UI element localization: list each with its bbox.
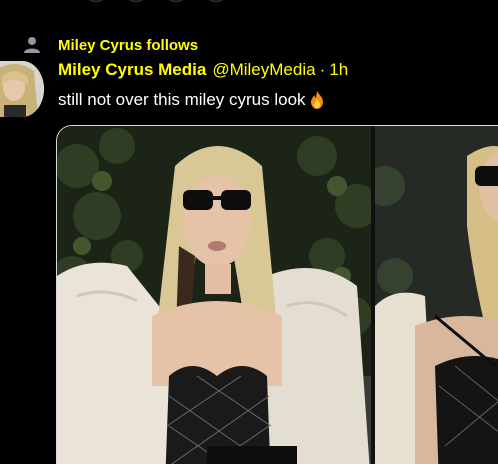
previous-tweet-actions bbox=[82, 0, 282, 4]
photo-1[interactable] bbox=[57, 126, 371, 464]
avatar-image bbox=[0, 61, 44, 117]
like-icon[interactable] bbox=[162, 0, 190, 2]
tweet-text-row: still not over this miley cyrus look bbox=[58, 90, 327, 110]
avatar[interactable] bbox=[0, 61, 44, 117]
display-name[interactable]: Miley Cyrus Media bbox=[58, 60, 206, 80]
social-context-label[interactable]: Miley Cyrus follows bbox=[58, 37, 198, 54]
photo-2-image bbox=[375, 126, 498, 464]
retweet-icon[interactable] bbox=[122, 0, 150, 2]
tweet-header: Miley Cyrus Media @MileyMedia · 1h bbox=[58, 60, 348, 84]
media-gallery[interactable] bbox=[56, 125, 498, 464]
person-icon bbox=[24, 37, 40, 53]
photo-2[interactable] bbox=[375, 126, 498, 464]
share-icon[interactable] bbox=[202, 0, 230, 2]
tweet-timeline: Miley Cyrus follows Miley Cyrus Media @M… bbox=[0, 0, 498, 464]
timestamp[interactable]: 1h bbox=[329, 60, 348, 80]
social-context: Miley Cyrus follows bbox=[22, 34, 198, 56]
fire-icon bbox=[310, 91, 323, 109]
separator-dot: · bbox=[319, 60, 326, 79]
photo-1-image bbox=[57, 126, 371, 464]
reply-icon[interactable] bbox=[82, 0, 110, 2]
tweet-text: still not over this miley cyrus look bbox=[58, 90, 306, 109]
user-handle[interactable]: @MileyMedia bbox=[212, 60, 315, 80]
